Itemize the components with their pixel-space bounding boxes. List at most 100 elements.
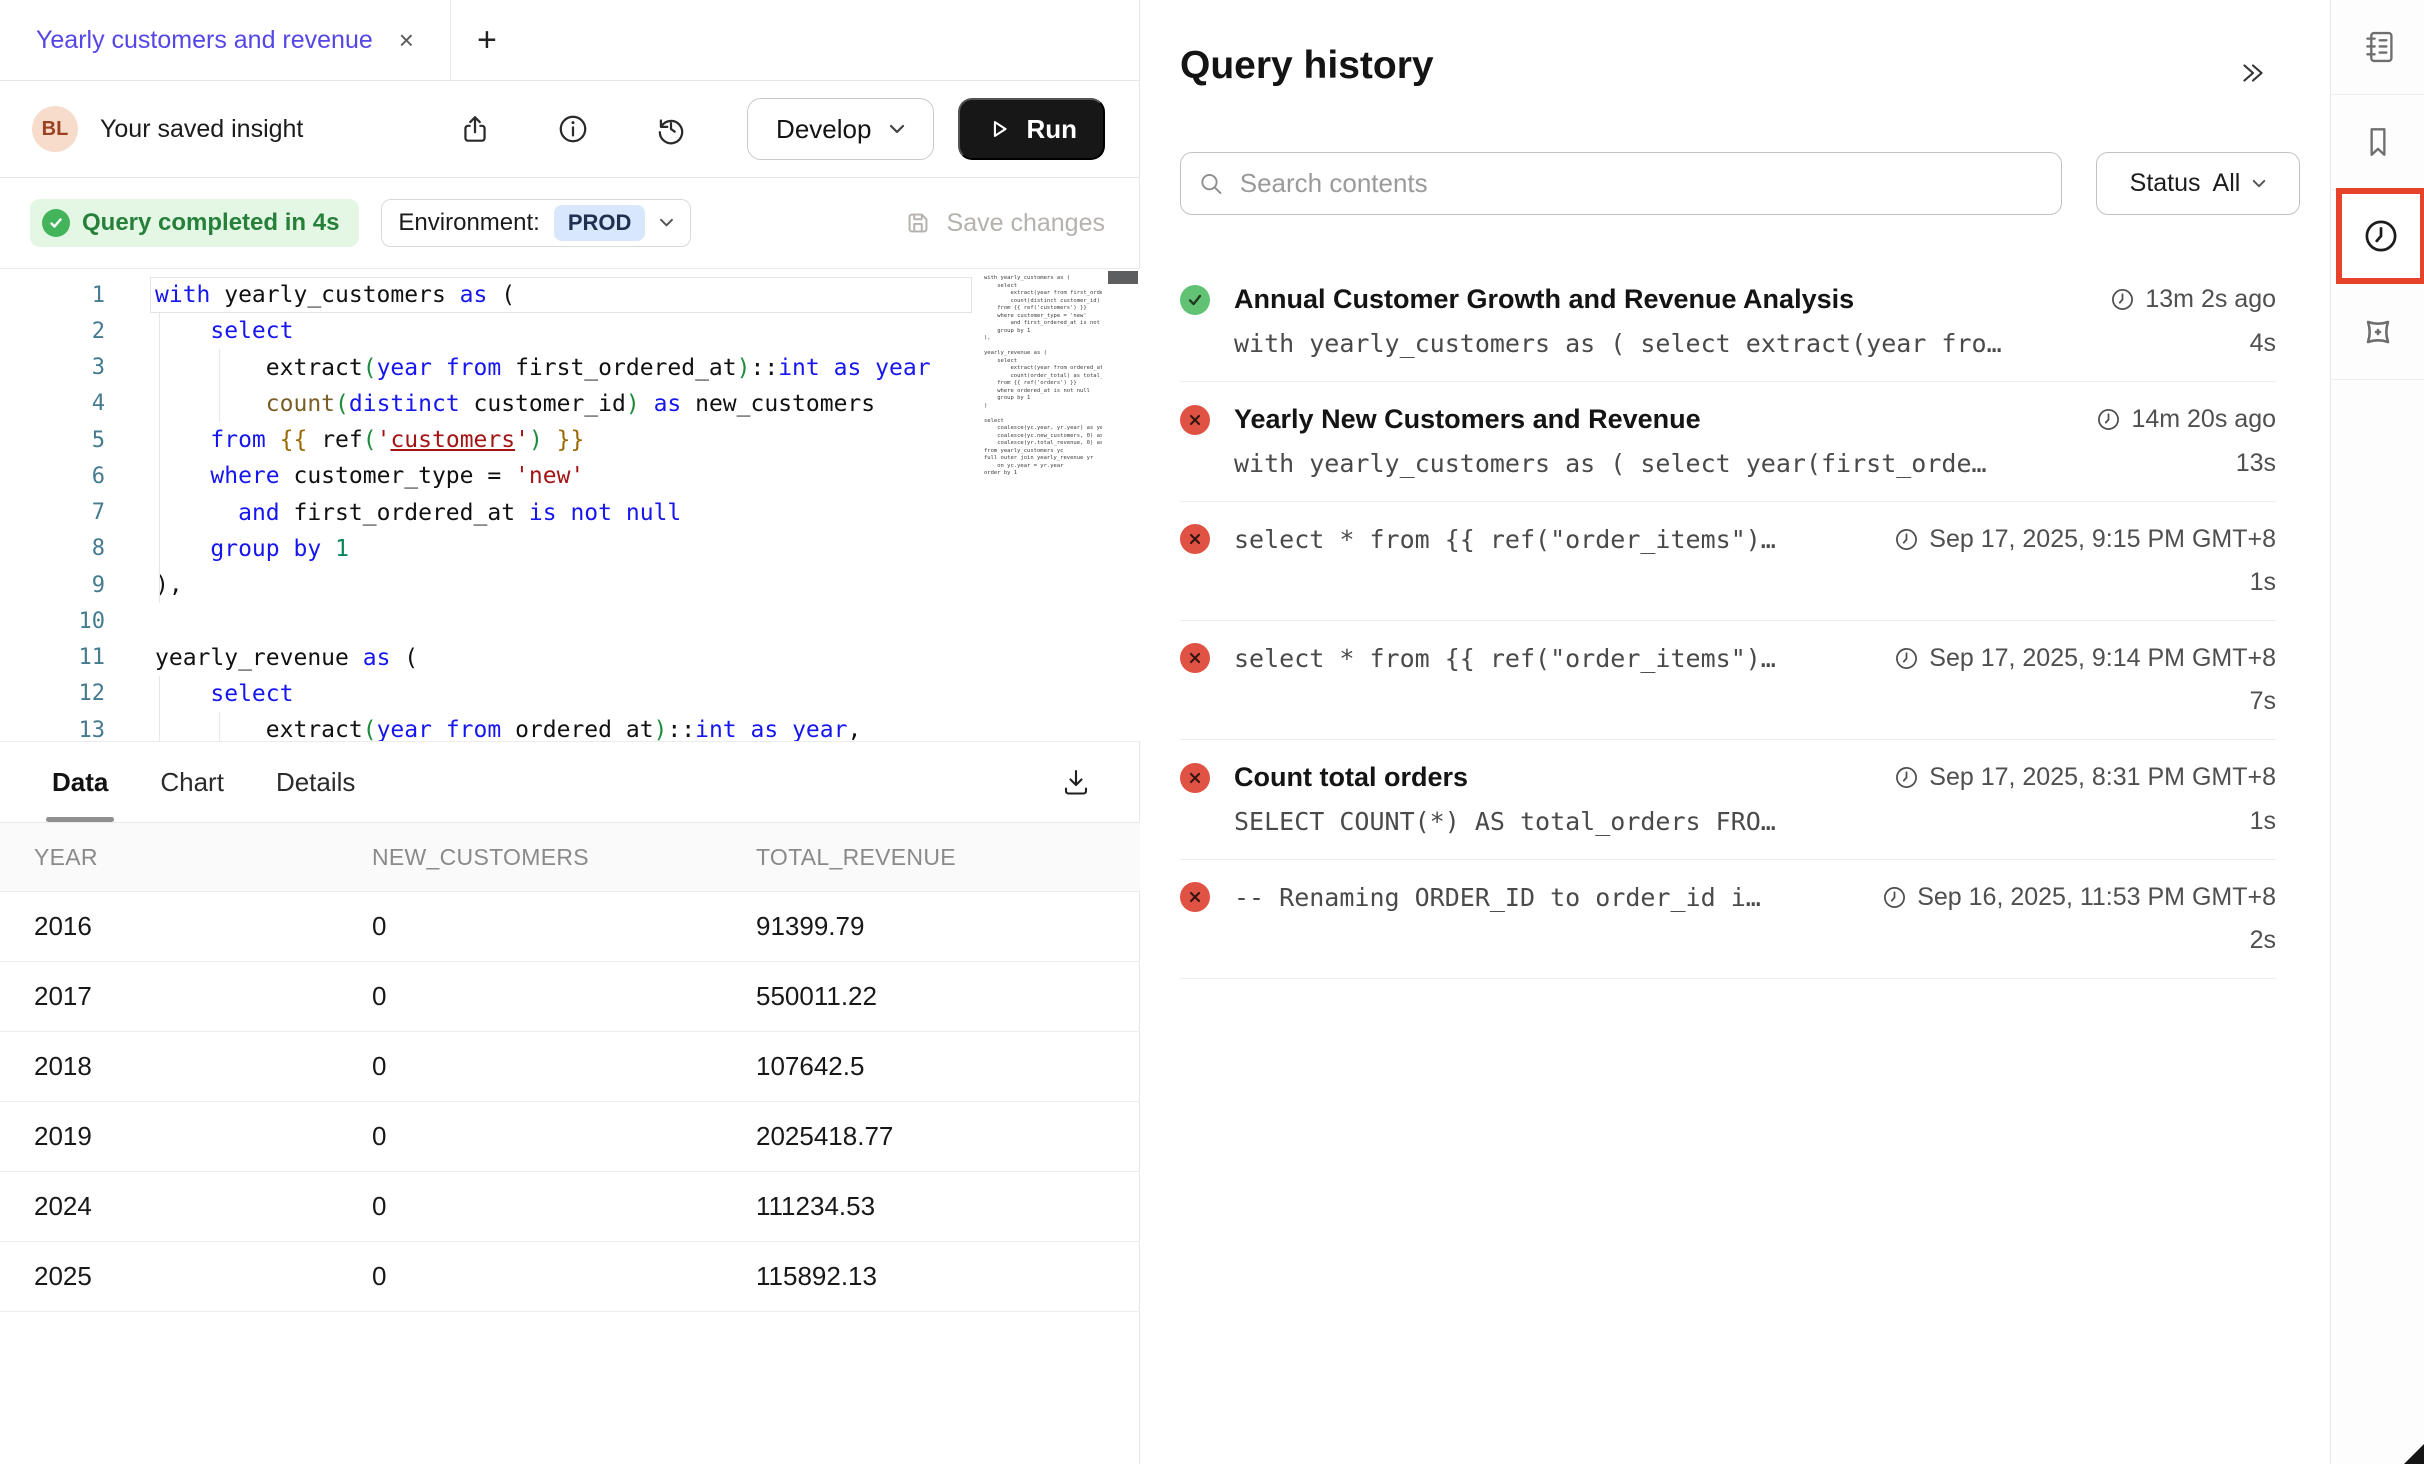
status-row: Query completed in 4s Environment: PROD …	[0, 178, 1139, 268]
tab-details[interactable]: Details	[276, 742, 355, 822]
code-text: extract(year from ordered_at)::int as ye…	[155, 717, 861, 742]
editor-panel: Yearly customers and revenue × + BL Your…	[0, 0, 1140, 1464]
table-cell: 2017	[0, 981, 372, 1012]
history-item-time: Sep 17, 2025, 9:15 PM GMT+8	[1874, 525, 2276, 554]
history-item-time: 13m 2s ago	[2090, 285, 2276, 314]
results-table: YEARNEW_CUSTOMERSTOTAL_REVENUE 201609139…	[0, 823, 1140, 1312]
code-area[interactable]: 1with yearly_customers as (2 select3 ext…	[0, 277, 975, 742]
table-cell: 0	[372, 1051, 756, 1082]
insight-toolbar: BL Your saved insight Develop	[0, 81, 1139, 178]
table-cell: 2025418.77	[756, 1121, 1140, 1152]
save-label: Save changes	[947, 209, 1105, 238]
code-line[interactable]: 9),	[0, 567, 975, 603]
code-text: yearly_revenue as (	[155, 645, 418, 671]
line-number: 5	[0, 428, 105, 453]
table-row: 20250115892.13	[0, 1242, 1140, 1312]
annotation-highlight-box	[2336, 188, 2424, 284]
history-item-title: Yearly New Customers and Revenue	[1234, 404, 1701, 435]
code-line[interactable]: 1with yearly_customers as (	[0, 277, 975, 313]
error-x-icon	[1180, 524, 1210, 554]
table-row: 201902025418.77	[0, 1102, 1140, 1172]
table-row: 20240111234.53	[0, 1172, 1140, 1242]
status-filter-value: All	[2213, 169, 2241, 198]
tab-yearly-customers[interactable]: Yearly customers and revenue ×	[0, 0, 414, 80]
code-line[interactable]: 6 where customer_type = 'new'	[0, 458, 975, 494]
sidebar-item-explore[interactable]	[2331, 285, 2424, 380]
line-number: 3	[0, 355, 105, 380]
query-history-item[interactable]: Annual Customer Growth and Revenue Analy…	[1180, 262, 2276, 382]
query-history-item[interactable]: Count total ordersSep 17, 2025, 8:31 PM …	[1180, 740, 2276, 860]
info-icon[interactable]	[555, 111, 591, 147]
history-item-duration: 1s	[2250, 807, 2276, 836]
history-item-sql: with yearly_customers as ( select extrac…	[1234, 329, 2002, 358]
editor-minimap[interactable]: with yearly_customers as ( select extrac…	[984, 275, 1102, 490]
new-tab-button[interactable]: +	[451, 21, 523, 60]
tab-title: Yearly customers and revenue	[36, 26, 373, 55]
query-history-item[interactable]: -- Renaming ORDER_ID to order_id i…Sep 1…	[1180, 860, 2276, 979]
history-item-time: Sep 17, 2025, 9:14 PM GMT+8	[1874, 644, 2276, 673]
code-line[interactable]: 2 select	[0, 313, 975, 349]
avatar: BL	[32, 106, 78, 152]
table-cell: 111234.53	[756, 1191, 1140, 1222]
history-clock-icon[interactable]	[2361, 216, 2401, 256]
tab-chart[interactable]: Chart	[160, 742, 224, 822]
share-icon[interactable]	[457, 111, 493, 147]
indent-guide	[159, 313, 160, 603]
query-history-item[interactable]: select * from {{ ref("order_items")…Sep …	[1180, 621, 2276, 740]
table-row: 20180107642.5	[0, 1032, 1140, 1102]
environment-selector[interactable]: Environment: PROD	[381, 199, 691, 247]
code-line[interactable]: 4 count(distinct customer_id) as new_cus…	[0, 386, 975, 422]
code-line[interactable]: 13 extract(year from ordered_at)::int as…	[0, 712, 975, 742]
history-item-title: select * from {{ ref("order_items")…	[1234, 525, 1776, 554]
tab-close-icon[interactable]: ×	[399, 27, 414, 53]
code-line[interactable]: 3 extract(year from first_ordered_at)::i…	[0, 350, 975, 386]
bookmark-icon	[2360, 124, 2396, 160]
line-number: 9	[0, 573, 105, 598]
code-line[interactable]: 8 group by 1	[0, 531, 975, 567]
line-number: 11	[0, 645, 105, 670]
status-filter-dropdown[interactable]: Status All	[2096, 152, 2300, 215]
code-line[interactable]: 12 select	[0, 676, 975, 712]
table-cell: 0	[372, 1261, 756, 1292]
save-icon	[903, 208, 933, 238]
download-icon[interactable]	[1058, 764, 1094, 800]
query-history-item[interactable]: select * from {{ ref("order_items")… Sep …	[1180, 502, 2276, 621]
query-status-text: Query completed in 4s	[82, 209, 339, 237]
history-item-duration: 4s	[2250, 329, 2276, 358]
version-history-icon[interactable]	[653, 111, 689, 147]
search-box[interactable]	[1180, 152, 2062, 215]
table-cell: 0	[372, 981, 756, 1012]
error-x-icon	[1180, 405, 1210, 435]
code-line[interactable]: 11 yearly_revenue as (	[0, 640, 975, 676]
table-cell: 0	[372, 911, 756, 942]
explore-icon	[2358, 312, 2398, 352]
tab-data[interactable]: Data	[52, 742, 108, 822]
column-header: NEW_CUSTOMERS	[372, 844, 756, 871]
editor-scrollbar-thumb[interactable]	[1108, 271, 1138, 284]
code-text: extract(year from first_ordered_at)::int…	[155, 355, 931, 381]
line-number: 8	[0, 536, 105, 561]
run-button[interactable]: Run	[958, 98, 1105, 160]
code-text: and first_ordered_at is not null	[155, 500, 681, 526]
develop-button[interactable]: Develop	[747, 98, 934, 160]
table-header-row: YEARNEW_CUSTOMERSTOTAL_REVENUE	[0, 823, 1140, 892]
error-x-icon	[1180, 763, 1210, 793]
line-number: 7	[0, 500, 105, 525]
collapse-panel-icon[interactable]	[2238, 58, 2268, 88]
code-text: with yearly_customers as (	[155, 282, 515, 308]
history-item-time: Sep 16, 2025, 11:53 PM GMT+8	[1862, 883, 2276, 912]
code-line[interactable]: 10	[0, 603, 975, 639]
search-input[interactable]	[1240, 168, 2043, 199]
column-header: TOTAL_REVENUE	[756, 844, 1140, 871]
sql-editor[interactable]: 1with yearly_customers as (2 select3 ext…	[0, 268, 1140, 742]
history-item-time: Sep 17, 2025, 8:31 PM GMT+8	[1874, 763, 2276, 792]
sidebar-item-notebook[interactable]	[2331, 0, 2424, 95]
code-line[interactable]: 7 and first_ordered_at is not null	[0, 495, 975, 531]
table-cell: 2024	[0, 1191, 372, 1222]
code-line[interactable]: 5 from {{ ref('customers') }}	[0, 422, 975, 458]
line-number: 2	[0, 319, 105, 344]
save-changes-button[interactable]: Save changes	[903, 208, 1105, 238]
table-cell: 0	[372, 1191, 756, 1222]
sidebar-item-bookmarks[interactable]	[2331, 95, 2424, 190]
query-history-item[interactable]: Yearly New Customers and Revenue14m 20s …	[1180, 382, 2276, 502]
